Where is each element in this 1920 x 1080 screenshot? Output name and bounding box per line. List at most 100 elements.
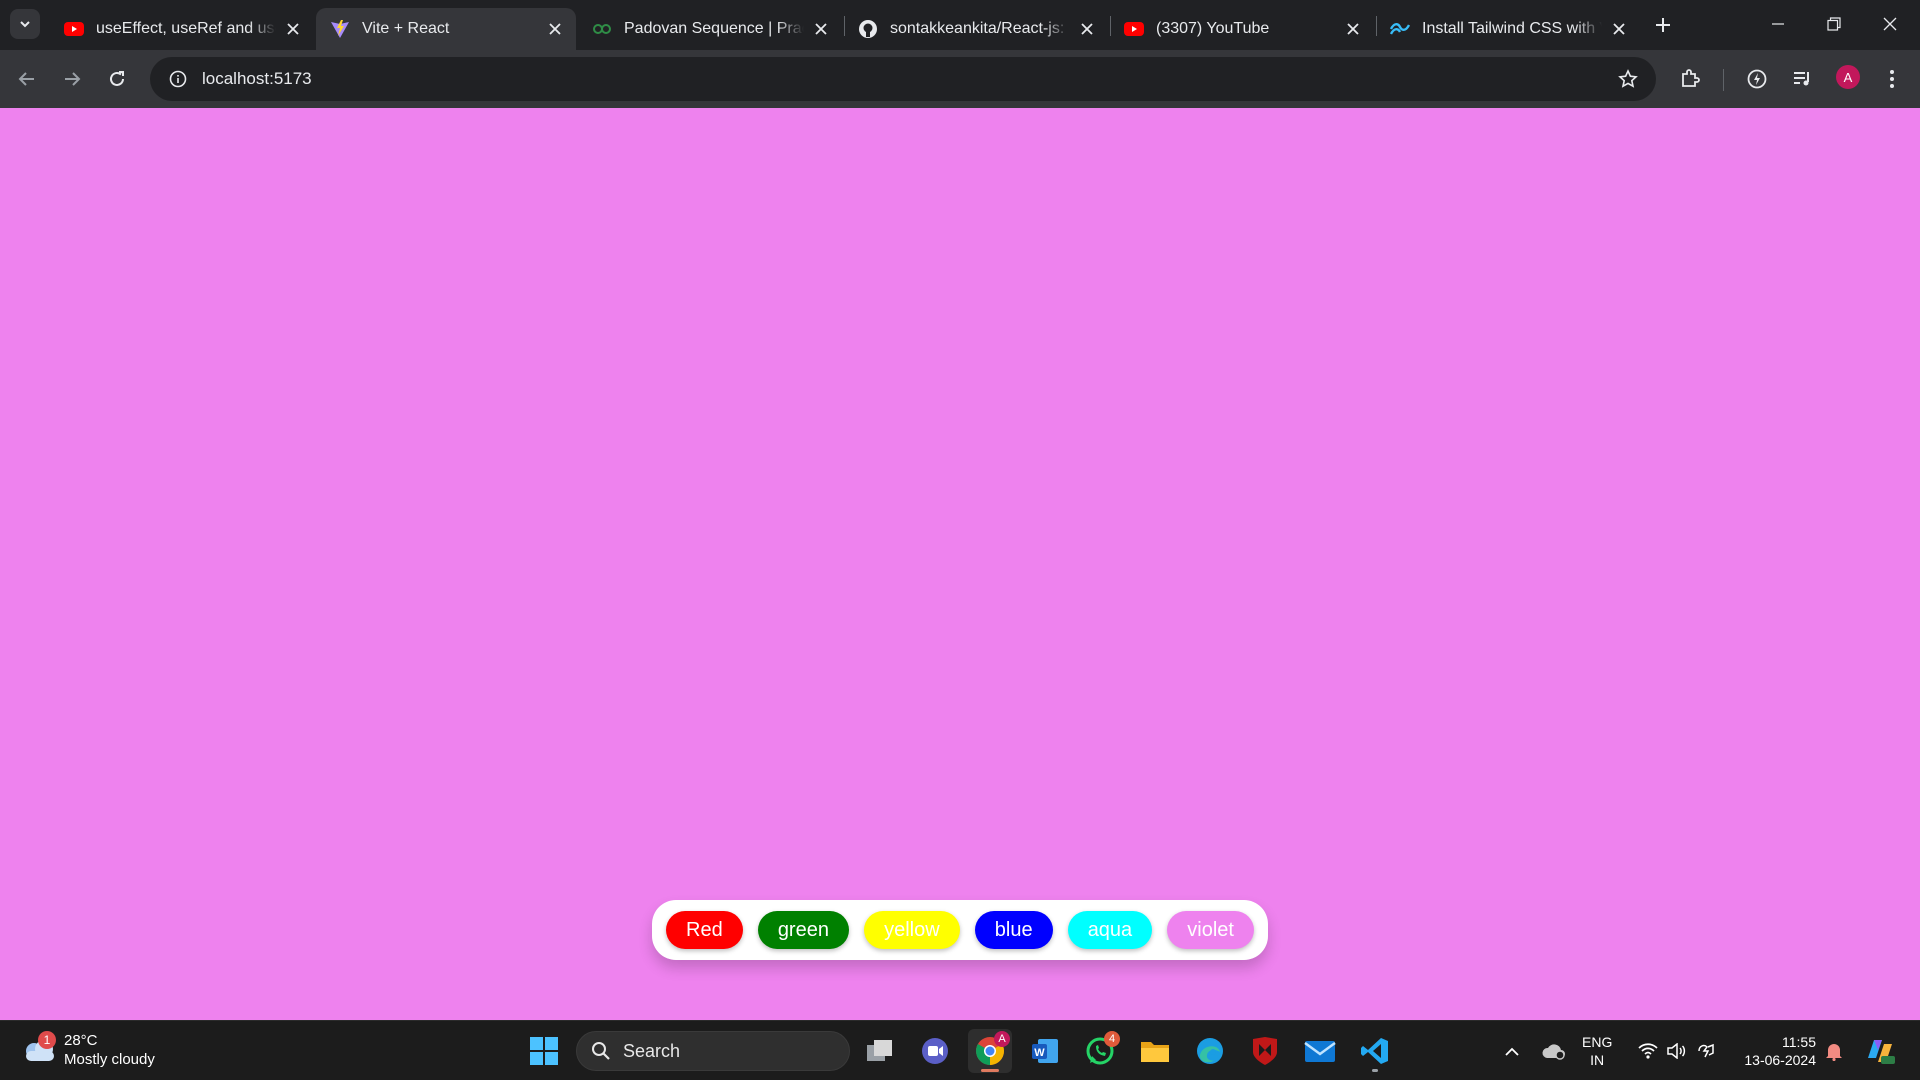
word-icon: W (1032, 1039, 1058, 1063)
performance-button[interactable] (1741, 63, 1773, 95)
edge-app-button[interactable] (1188, 1029, 1232, 1073)
profile-avatar[interactable]: A (1836, 65, 1860, 89)
color-button-yellow[interactable]: yellow (864, 911, 960, 949)
color-button-blue[interactable]: blue (974, 911, 1053, 949)
windows-taskbar: 1 28°C Mostly cloudy Search A W 4 ENG IN… (0, 1020, 1920, 1080)
speedometer-icon (1747, 69, 1767, 89)
minimize-icon (1772, 23, 1784, 25)
reload-button[interactable] (101, 63, 133, 95)
language-indicator[interactable]: ENG IN (1582, 1033, 1612, 1069)
page-viewport: Red green yellow blue aqua violet (0, 108, 1920, 1020)
start-button[interactable] (522, 1029, 566, 1073)
close-icon[interactable] (1344, 20, 1362, 38)
bookmark-star-icon[interactable] (1616, 67, 1640, 91)
minimize-button[interactable] (1750, 0, 1806, 48)
clock-time: 11:55 (1782, 1034, 1816, 1050)
search-icon (592, 1042, 610, 1060)
wifi-icon (1638, 1043, 1658, 1059)
restore-button[interactable] (1806, 0, 1862, 48)
close-icon[interactable] (1610, 20, 1628, 38)
vscode-icon (1361, 1038, 1388, 1064)
region-code: IN (1590, 1052, 1605, 1068)
close-icon[interactable] (812, 20, 830, 38)
forward-button[interactable] (56, 63, 88, 95)
tab-title: useEffect, useRef and useCallback (96, 20, 276, 37)
vite-icon (330, 19, 350, 39)
chrome-app-button[interactable]: A (968, 1029, 1012, 1073)
youtube-icon (1124, 19, 1144, 39)
volume-status[interactable] (1664, 1031, 1688, 1071)
weather-condition: Mostly cloudy (64, 1051, 155, 1068)
new-tab-button[interactable] (1650, 12, 1676, 38)
weather-widget[interactable]: 1 28°C Mostly cloudy (20, 1031, 155, 1069)
more-vertical-icon (1890, 70, 1894, 88)
cloud-icon: 1 (20, 1031, 58, 1065)
back-button[interactable] (11, 63, 43, 95)
tab-padovan-sequence[interactable]: Padovan Sequence | Practice (578, 8, 842, 50)
tab-youtube-useeffect[interactable]: useEffect, useRef and useCallback (50, 8, 314, 50)
url-text: localhost:5173 (202, 69, 312, 88)
mail-icon (1304, 1041, 1336, 1062)
running-app-indicator (1372, 1069, 1378, 1072)
copilot-button[interactable] (1862, 1031, 1898, 1071)
media-controls-button[interactable] (1786, 63, 1818, 95)
chevron-down-icon (20, 21, 30, 28)
tab-strip: useEffect, useRef and useCallback Vite +… (0, 0, 1920, 50)
search-placeholder: Search (623, 1040, 681, 1061)
task-view-icon (867, 1040, 892, 1061)
close-icon (1883, 17, 1897, 31)
color-button-aqua[interactable]: aqua (1067, 911, 1153, 949)
cloud-sync-icon (1542, 1044, 1565, 1060)
speaker-icon (1667, 1043, 1686, 1059)
file-explorer-button[interactable] (1133, 1029, 1177, 1073)
tailwind-icon (1390, 19, 1410, 39)
browser-toolbar: localhost:5173 (0, 50, 1920, 108)
tab-tailwind-install[interactable]: Install Tailwind CSS with Vite (1376, 8, 1640, 50)
close-icon[interactable] (1078, 20, 1096, 38)
tab-title: Padovan Sequence | Practice (624, 20, 804, 37)
close-icon[interactable] (546, 20, 564, 38)
tab-github-react-js[interactable]: sontakkeankita/React-js: code (844, 8, 1108, 50)
taskbar-clock[interactable]: 11:55 13-06-2024 (1730, 1033, 1816, 1069)
arrow-left-icon (18, 72, 34, 86)
site-info-icon[interactable] (156, 57, 200, 101)
whatsapp-unread-badge: 4 (1104, 1031, 1120, 1047)
toolbar-separator (1723, 69, 1724, 91)
mcafee-app-button[interactable] (1243, 1029, 1287, 1073)
close-window-button[interactable] (1862, 0, 1918, 48)
meet-app-button[interactable] (913, 1029, 957, 1073)
color-button-violet[interactable]: violet (1167, 911, 1254, 949)
tab-vite-react[interactable]: Vite + React (316, 8, 576, 50)
arrow-right-icon (65, 72, 81, 86)
copilot-icon (1868, 1040, 1895, 1064)
chrome-profile-badge: A (994, 1031, 1010, 1047)
tab-search-button[interactable] (10, 9, 40, 39)
word-app-button[interactable]: W (1023, 1029, 1067, 1073)
browser-menu-button[interactable] (1876, 63, 1908, 95)
close-icon[interactable] (284, 20, 302, 38)
show-hidden-icons-button[interactable] (1500, 1031, 1524, 1071)
color-button-red[interactable]: Red (666, 911, 743, 949)
task-view-button[interactable] (858, 1029, 902, 1073)
youtube-icon (64, 19, 84, 39)
whatsapp-app-button[interactable]: 4 (1078, 1029, 1122, 1073)
vscode-app-button[interactable] (1353, 1029, 1397, 1073)
media-queue-icon (1794, 72, 1809, 86)
weather-temperature: 28°C (64, 1032, 98, 1049)
active-app-indicator (981, 1069, 999, 1072)
restore-icon (1827, 17, 1841, 31)
taskbar-search[interactable]: Search (576, 1031, 850, 1071)
color-button-green[interactable]: green (757, 911, 849, 949)
extensions-button[interactable] (1674, 63, 1706, 95)
address-bar[interactable]: localhost:5173 (150, 57, 1656, 101)
onedrive-button[interactable] (1540, 1031, 1568, 1071)
tab-youtube-home[interactable]: (3307) YouTube (1110, 8, 1374, 50)
wifi-status[interactable] (1636, 1031, 1660, 1071)
notifications-button[interactable] (1822, 1031, 1846, 1071)
edge-icon (1197, 1038, 1223, 1064)
mail-app-button[interactable] (1298, 1029, 1342, 1073)
battery-status[interactable] (1694, 1031, 1718, 1071)
battery-charging-icon (1698, 1043, 1714, 1058)
language-code: ENG (1582, 1034, 1613, 1050)
plus-icon (1656, 18, 1670, 32)
